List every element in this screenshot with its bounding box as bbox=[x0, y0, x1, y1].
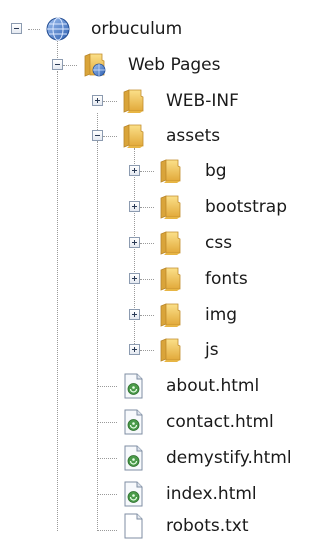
folder-icon bbox=[156, 336, 184, 364]
folder-icon bbox=[156, 193, 184, 221]
expand-toggle[interactable] bbox=[129, 273, 140, 284]
tree-node-label: bg bbox=[205, 161, 227, 181]
tree-node-label: demystify.html bbox=[166, 448, 292, 468]
collapse-toggle[interactable] bbox=[52, 59, 63, 70]
tree-node-label: css bbox=[205, 233, 233, 253]
tree-node-img[interactable]: img bbox=[0, 297, 311, 333]
tree-node-label: contact.html bbox=[166, 412, 274, 432]
html-file-icon bbox=[119, 408, 147, 436]
tree-node-js[interactable]: js bbox=[0, 332, 311, 368]
folder-icon bbox=[156, 157, 184, 185]
tree-node-fonts[interactable]: fonts bbox=[0, 261, 311, 297]
expand-toggle[interactable] bbox=[129, 165, 140, 176]
folder-icon bbox=[119, 87, 147, 115]
tree-node-label: bootstrap bbox=[205, 197, 287, 217]
expand-toggle[interactable] bbox=[129, 344, 140, 355]
collapse-toggle[interactable] bbox=[92, 130, 103, 141]
tree-node-web-pages[interactable]: Web Pages bbox=[0, 47, 311, 83]
text-file-icon bbox=[119, 512, 147, 540]
tree-node-about-html[interactable]: about.html bbox=[0, 368, 311, 404]
expand-toggle[interactable] bbox=[129, 201, 140, 212]
expand-toggle[interactable] bbox=[92, 95, 103, 106]
tree-node-label: fonts bbox=[205, 269, 248, 289]
html-file-icon bbox=[119, 444, 147, 472]
globe-icon bbox=[44, 15, 72, 43]
tree-node-label: WEB-INF bbox=[166, 91, 239, 111]
tree-node-index-html[interactable]: index.html bbox=[0, 476, 311, 512]
html-file-icon bbox=[119, 372, 147, 400]
tree-node-label: orbuculum bbox=[91, 19, 183, 39]
folder-icon bbox=[156, 229, 184, 257]
folder-icon bbox=[156, 265, 184, 293]
tree-node-label: robots.txt bbox=[166, 516, 249, 536]
tree-node-css[interactable]: css bbox=[0, 225, 311, 261]
tree-node-orbuculum[interactable]: orbuculum bbox=[0, 11, 311, 47]
expand-toggle[interactable] bbox=[129, 237, 140, 248]
collapse-toggle[interactable] bbox=[11, 23, 22, 34]
tree-node-bg[interactable]: bg bbox=[0, 153, 311, 189]
web-folder-icon bbox=[80, 51, 108, 79]
tree-node-label: img bbox=[205, 305, 238, 325]
tree-node-demystify-html[interactable]: demystify.html bbox=[0, 440, 311, 476]
tree-node-label: index.html bbox=[166, 484, 257, 504]
project-tree: orbuculum Web Pages WEB-INF assets bg bo… bbox=[0, 0, 311, 544]
html-file-icon bbox=[119, 480, 147, 508]
tree-node-label: Web Pages bbox=[128, 55, 221, 75]
tree-node-label: js bbox=[205, 340, 219, 360]
folder-icon bbox=[119, 122, 147, 150]
tree-node-label: about.html bbox=[166, 376, 260, 396]
tree-node-assets[interactable]: assets bbox=[0, 118, 311, 154]
tree-node-web-inf[interactable]: WEB-INF bbox=[0, 83, 311, 119]
tree-node-label: assets bbox=[166, 126, 221, 146]
folder-icon bbox=[156, 301, 184, 329]
tree-node-bootstrap[interactable]: bootstrap bbox=[0, 189, 311, 225]
expand-toggle[interactable] bbox=[129, 309, 140, 320]
tree-node-robots-txt[interactable]: robots.txt bbox=[0, 508, 311, 544]
tree-node-contact-html[interactable]: contact.html bbox=[0, 404, 311, 440]
